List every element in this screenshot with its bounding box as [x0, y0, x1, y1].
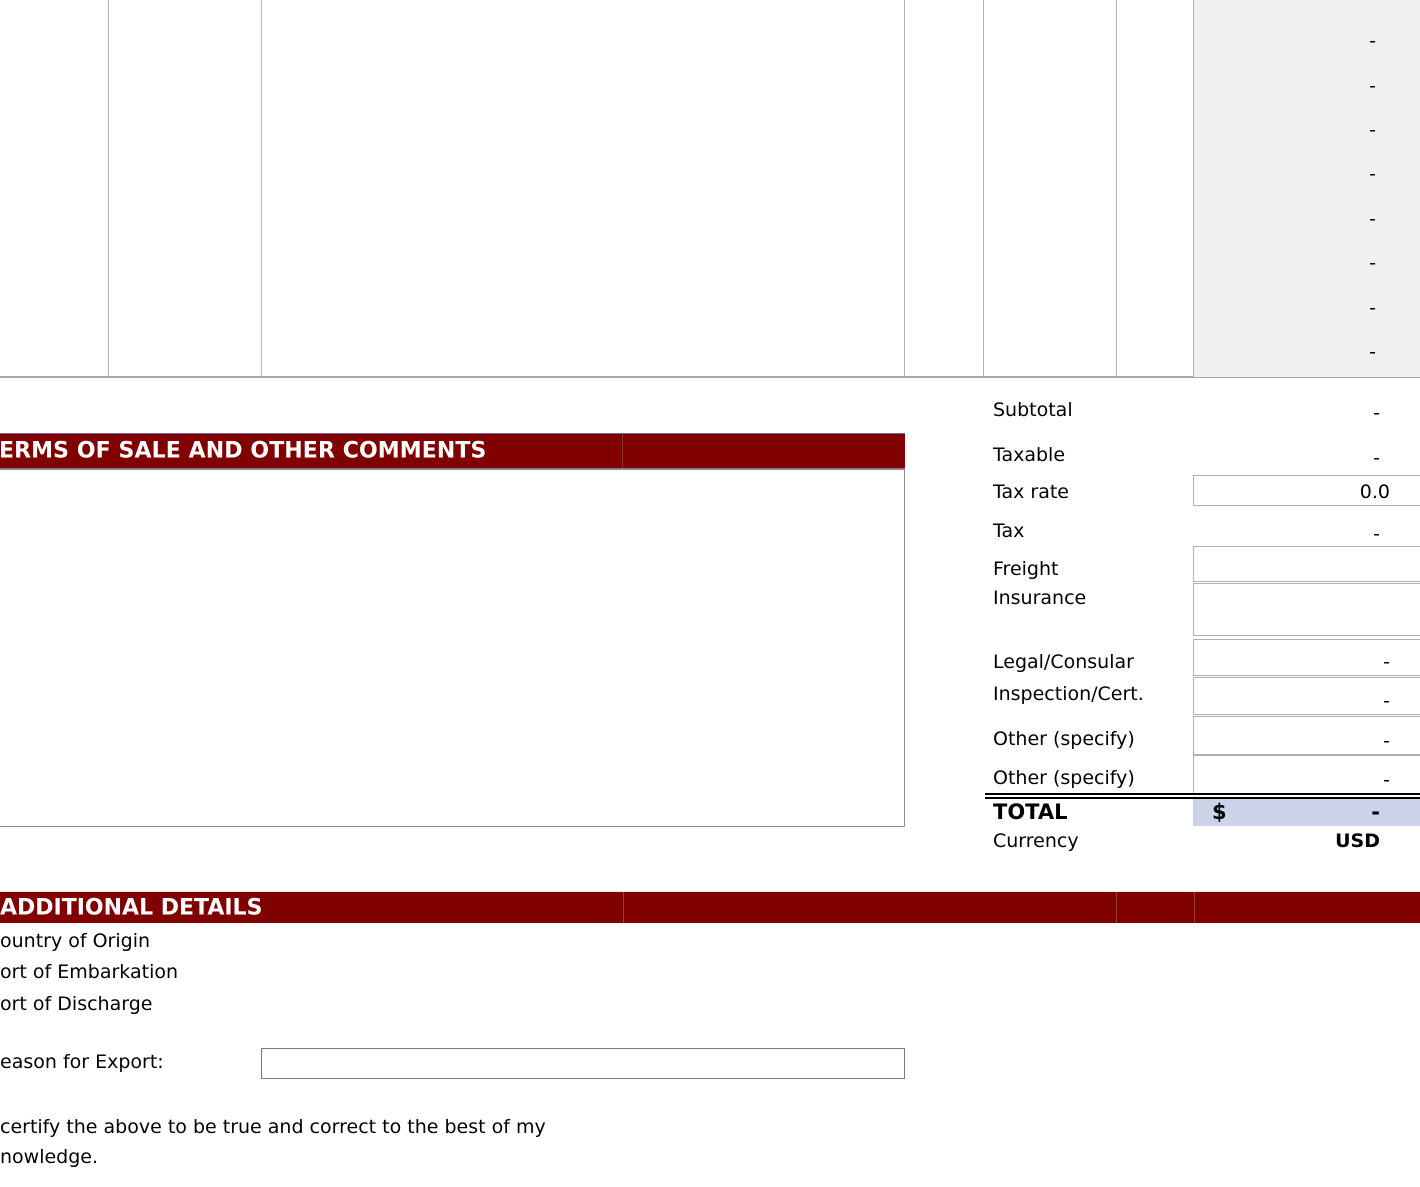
details-band-divider-2 [1116, 892, 1117, 923]
line-item-amount: - [1369, 341, 1376, 363]
line-item-amount: - [1369, 30, 1376, 52]
other-specify-input-1[interactable]: - [1193, 716, 1420, 755]
column-divider-6 [1193, 0, 1194, 378]
column-divider-1 [108, 0, 109, 378]
line-item-amount: - [1369, 163, 1376, 185]
totals-label-other-2: Other (specify) [993, 767, 1135, 789]
line-items-grid[interactable]: - - - - - - - - [0, 0, 1420, 378]
detail-label-country-of-origin[interactable]: ountry of Origin [0, 932, 150, 951]
line-item-amount: - [1369, 119, 1376, 141]
terms-of-sale-textarea[interactable] [0, 469, 905, 827]
totals-label-taxable: Taxable [993, 444, 1066, 466]
totals-label-freight: Freight [993, 558, 1059, 580]
tax-rate-input[interactable]: 0.0 [1193, 475, 1420, 506]
legal-consular-value: - [1383, 651, 1390, 673]
totals-label-other-1: Other (specify) [993, 728, 1135, 750]
additional-details-header: ADDITIONAL DETAILS [0, 891, 1420, 923]
column-divider-5 [1116, 0, 1117, 378]
line-item-amount: - [1369, 252, 1376, 274]
currency-label: Currency [993, 830, 1079, 852]
inspection-cert-value: - [1383, 690, 1390, 712]
currency-code[interactable]: USD [1240, 828, 1380, 854]
totals-value-subtotal: - [1373, 402, 1380, 424]
tax-rate-value: 0.0 [1359, 481, 1390, 503]
detail-label-port-of-embarkation[interactable]: ort of Embarkation [0, 963, 178, 982]
totals-label-tax-rate: Tax rate [993, 481, 1069, 503]
details-band-divider-1 [623, 892, 624, 923]
inspection-cert-input[interactable]: - [1193, 677, 1420, 715]
other-specify-value-2: - [1383, 769, 1390, 791]
insurance-input[interactable] [1193, 583, 1420, 636]
total-label: TOTAL [993, 800, 1068, 824]
total-currency-symbol: $ [1212, 800, 1227, 824]
other-specify-value-1: - [1383, 730, 1390, 752]
other-specify-input-2[interactable]: - [1193, 755, 1420, 794]
column-divider-3 [904, 0, 905, 378]
total-amount: - [1371, 800, 1380, 824]
line-item-amount: - [1369, 75, 1376, 97]
additional-details-title: ADDITIONAL DETAILS [0, 895, 263, 920]
legal-consular-input[interactable]: - [1193, 639, 1420, 676]
reason-for-export-label: eason for Export: [0, 1051, 164, 1073]
terms-of-sale-header: ERMS OF SALE AND OTHER COMMENTS [0, 433, 905, 469]
detail-label-port-of-discharge[interactable]: ort of Discharge [0, 995, 152, 1014]
total-rule-upper [985, 793, 1420, 795]
column-divider-2 [261, 0, 262, 378]
totals-label-insurance: Insurance [993, 587, 1087, 609]
totals-label-subtotal: Subtotal [993, 399, 1073, 421]
details-band-divider-3 [1194, 892, 1195, 923]
totals-label-legal-consular: Legal/Consular [993, 651, 1134, 673]
totals-label-tax: Tax [993, 520, 1025, 542]
freight-input[interactable] [1193, 546, 1420, 582]
totals-value-tax: - [1373, 523, 1380, 545]
header-band-divider [622, 434, 623, 468]
column-divider-4 [983, 0, 984, 378]
totals-value-taxable: - [1373, 447, 1380, 469]
reason-for-export-input[interactable] [261, 1048, 905, 1079]
amount-column [1194, 0, 1420, 377]
terms-of-sale-title: ERMS OF SALE AND OTHER COMMENTS [0, 438, 487, 464]
certification-statement: certify the above to be true and correct… [0, 1116, 546, 1168]
line-item-amount: - [1369, 208, 1376, 230]
line-item-amount: - [1369, 297, 1376, 319]
totals-label-inspection-cert: Inspection/Cert. [993, 683, 1144, 705]
